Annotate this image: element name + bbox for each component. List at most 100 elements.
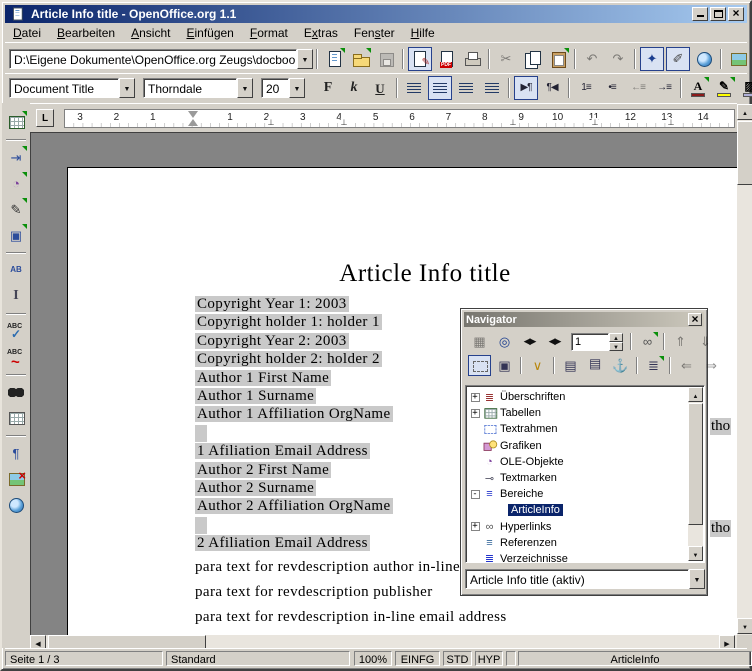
navigator-document-field[interactable]: Article Info title (aktiv) (465, 569, 689, 589)
menu-einf-gen[interactable]: Einfügen (178, 24, 241, 42)
navigator-close-button[interactable] (688, 313, 702, 326)
align-left-button[interactable] (402, 76, 426, 100)
tree-item-tabellen[interactable]: +Tabellen (466, 405, 704, 421)
align-center-button[interactable] (428, 76, 452, 100)
size-dropdown-button[interactable] (289, 78, 305, 98)
maximize-button[interactable] (710, 7, 726, 21)
status-selection-mode[interactable]: STD (443, 651, 472, 666)
title-bar[interactable]: Article Info title - OpenOffice.org 1.1 (5, 5, 747, 23)
page-number-field[interactable]: 1 (571, 333, 609, 351)
gallery-button[interactable] (726, 47, 750, 71)
ltr-button[interactable]: ▶¶ (514, 76, 538, 100)
tree-item-ole-objekte[interactable]: ◔OLE-Objekte (466, 454, 704, 470)
bold-button[interactable]: F (316, 76, 340, 100)
anchor-text-button[interactable]: ⚓ (609, 355, 632, 376)
status-page-style[interactable]: Standard (166, 651, 350, 666)
scrollbar-thumb[interactable] (737, 121, 752, 185)
export-pdf-button[interactable] (434, 47, 458, 71)
align-right-button[interactable] (454, 76, 478, 100)
font-size-combo[interactable]: 20 (261, 78, 305, 98)
list-box-toggle-button[interactable] (468, 355, 491, 376)
tab-type-button[interactable] (36, 109, 54, 127)
menu-hilfe[interactable]: Hilfe (403, 24, 443, 42)
tree-item-textmarken[interactable]: ⊸Textmarken (466, 470, 704, 486)
menu-extras[interactable]: Extras (296, 24, 346, 42)
draw-functions-button[interactable]: ✎ (4, 197, 28, 221)
menu-format[interactable]: Format (242, 24, 296, 42)
navigator-button[interactable]: ✦ (640, 47, 664, 71)
hyperlink-dialog-button[interactable] (692, 47, 716, 71)
spin-down-button[interactable] (609, 342, 623, 351)
status-zoom[interactable]: 100% (354, 651, 392, 666)
scrollbar-thumb[interactable] (688, 403, 703, 525)
nonprinting-chars-button[interactable]: ¶ (4, 441, 28, 465)
menu-ansicht[interactable]: Ansicht (123, 24, 178, 42)
autotext-button[interactable]: AB (4, 258, 28, 282)
background-color-button[interactable]: ▨ (738, 76, 752, 100)
expand-toggle[interactable]: + (469, 393, 481, 402)
font-color-button[interactable]: A (686, 76, 710, 100)
scroll-up-button[interactable] (737, 104, 752, 120)
highlight-button[interactable]: ✎ (712, 76, 736, 100)
menu-bearbeiten[interactable]: Bearbeiten (49, 24, 123, 42)
close-button[interactable] (728, 7, 744, 21)
direct-cursor-button[interactable]: I (4, 284, 28, 308)
status-page-indicator[interactable]: Seite 1 / 3 (5, 651, 163, 666)
print-button[interactable] (460, 47, 484, 71)
justify-button[interactable] (480, 76, 504, 100)
tab-stop-icon[interactable]: ⊥ (268, 118, 275, 127)
stylist-button[interactable]: ✐ (666, 47, 690, 71)
status-insert-mode[interactable]: EINFG (395, 651, 440, 666)
content-view-button[interactable]: ▣ (493, 355, 516, 376)
previous-object-button[interactable]: ◀▶ (518, 331, 541, 352)
online-layout-button[interactable] (4, 493, 28, 517)
expand-toggle[interactable]: + (469, 409, 481, 418)
tree-item-berschriften[interactable]: +≣Überschriften (466, 389, 704, 405)
minimize-button[interactable] (692, 7, 708, 21)
scroll-down-button[interactable] (688, 546, 703, 561)
status-hyperlink-mode[interactable]: HYP (475, 651, 503, 666)
rtl-button[interactable]: ¶◀ (540, 76, 564, 100)
paragraph-style-combo[interactable]: Document Title (9, 78, 135, 98)
autospellcheck-button[interactable] (4, 345, 28, 369)
font-name-combo[interactable]: Thorndale (143, 78, 253, 98)
numbering-button[interactable]: 1≡ (574, 76, 598, 100)
insert-table-button[interactable] (4, 110, 28, 134)
italic-button[interactable]: k (342, 76, 366, 100)
url-dropdown-button[interactable] (297, 49, 313, 69)
tree-item-textrahmen[interactable]: Textrahmen (466, 421, 704, 437)
tab-stop-icon[interactable]: ⊥ (592, 118, 599, 127)
tab-stop-icon[interactable]: ⊥ (668, 118, 675, 127)
paragraph-style-field[interactable]: Document Title (9, 78, 119, 98)
header-button[interactable]: ▤ (559, 355, 582, 376)
scroll-up-button[interactable] (688, 387, 703, 402)
drag-mode-button[interactable]: ∞ (636, 331, 659, 352)
underline-button[interactable]: U (368, 76, 392, 100)
expand-toggle[interactable]: + (469, 522, 481, 531)
tree-item-hyperlinks[interactable]: +∞Hyperlinks (466, 519, 704, 535)
tab-stop-icon[interactable]: ⊥ (341, 118, 348, 127)
tree-item-articleinfo[interactable]: ArticleInfo (466, 502, 704, 518)
url-field[interactable]: D:\Eigene Dokumente\OpenOffice.org Zeugs… (9, 49, 297, 69)
scroll-down-button[interactable] (737, 618, 752, 634)
horizontal-ruler[interactable]: 3211234567891011121314⊥⊥⊥⊥⊥ (64, 109, 735, 128)
bullets-button[interactable]: •≡ (600, 76, 624, 100)
next-object-button[interactable]: ◀▶ (543, 331, 566, 352)
menu-fenster[interactable]: Fenster (346, 24, 403, 42)
footer-button[interactable]: ▤ (584, 355, 607, 376)
spellcheck-button[interactable] (4, 319, 28, 343)
heading-levels-button[interactable]: ≣ (642, 355, 665, 376)
page-spinbox[interactable]: 1 (571, 333, 623, 351)
tree-item-referenzen[interactable]: ≡Referenzen (466, 535, 704, 551)
vertical-scrollbar[interactable] (737, 104, 752, 652)
new-document-button[interactable] (322, 47, 346, 71)
open-button[interactable] (348, 47, 372, 71)
graphics-onoff-button[interactable] (4, 467, 28, 491)
insert-fields-button[interactable]: ⇥ (4, 145, 28, 169)
font-size-field[interactable]: 20 (261, 78, 289, 98)
navigator-title-bar[interactable]: Navigator (464, 312, 704, 327)
document-workspace[interactable]: Article Info title Copyright Year 1: 200… (30, 132, 737, 635)
set-reminder-button[interactable]: ∨ (526, 355, 549, 376)
status-section-name[interactable]: ArticleInfo (518, 651, 752, 666)
tab-stop-icon[interactable]: ⊥ (510, 118, 517, 127)
